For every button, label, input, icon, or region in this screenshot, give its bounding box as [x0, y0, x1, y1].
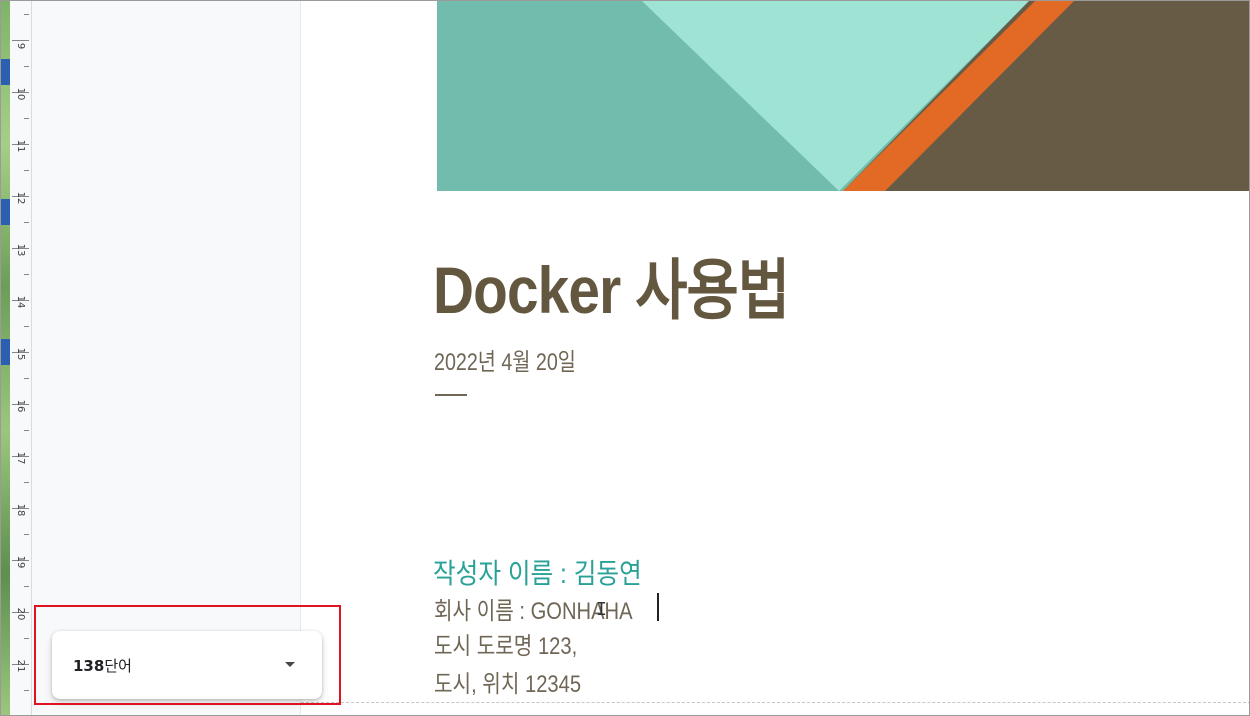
ruler-number: 17 [15, 451, 26, 465]
ruler-tick-minor [24, 430, 29, 431]
address-line[interactable]: 도시, 위치 12345 [434, 664, 581, 699]
ruler-tick-minor [24, 222, 29, 223]
ruler-tick-minor [24, 66, 29, 67]
ruler-number: 12 [15, 191, 26, 205]
ruler-number: 18 [15, 503, 26, 517]
ruler-tick-minor [24, 482, 29, 483]
desktop-edge [1, 1, 10, 715]
ruler-number: 19 [15, 555, 26, 569]
annotation-highlight-box [34, 605, 341, 705]
ruler-number: 11 [15, 139, 26, 153]
ruler-tick-minor [24, 690, 29, 691]
ruler-tick-minor [24, 14, 29, 15]
vertical-ruler[interactable]: 9 10 11 12 13 14 15 16 17 18 19 20 21 [10, 1, 32, 715]
ruler-number: 20 [15, 607, 26, 621]
ibeam-pointer-icon: I [596, 599, 607, 620]
ruler-tick-minor [24, 274, 29, 275]
ruler-tick-minor [24, 170, 29, 171]
taskbar-app-icon [1, 339, 10, 365]
address-line[interactable]: 도시 도로명 123, [434, 626, 577, 661]
document-title[interactable]: Docker 사용법 [433, 237, 790, 333]
ruler-number: 21 [15, 659, 26, 673]
ruler-tick-minor [24, 378, 29, 379]
ruler-tick-minor [24, 534, 29, 535]
cover-banner-image [437, 1, 1249, 191]
ruler-number: 9 [15, 42, 26, 50]
title-divider [435, 394, 467, 396]
document-page[interactable]: Docker 사용법 2022년 4월 20일 작성자 이름 : 김동연 회사 … [301, 1, 1249, 715]
ruler-number: 13 [15, 243, 26, 257]
ruler-tick-minor [24, 586, 29, 587]
author-line[interactable]: 작성자 이름 : 김동연 [433, 552, 642, 592]
page-boundary [301, 702, 1249, 703]
ruler-tick-minor [24, 326, 29, 327]
taskbar-app-icon [1, 199, 10, 225]
document-date[interactable]: 2022년 4월 20일 [434, 342, 576, 377]
ruler-number: 15 [15, 347, 26, 361]
app-window: 9 10 11 12 13 14 15 16 17 18 19 20 21 Do… [0, 0, 1250, 716]
ruler-number: 14 [15, 295, 26, 309]
ruler-tick-minor [24, 118, 29, 119]
taskbar-app-icon [1, 59, 10, 85]
ruler-number: 10 [15, 87, 26, 101]
text-cursor [657, 593, 659, 621]
cover-banner-graphic [437, 1, 1249, 191]
ruler-tick-minor [24, 638, 29, 639]
ruler-number: 16 [15, 399, 26, 413]
